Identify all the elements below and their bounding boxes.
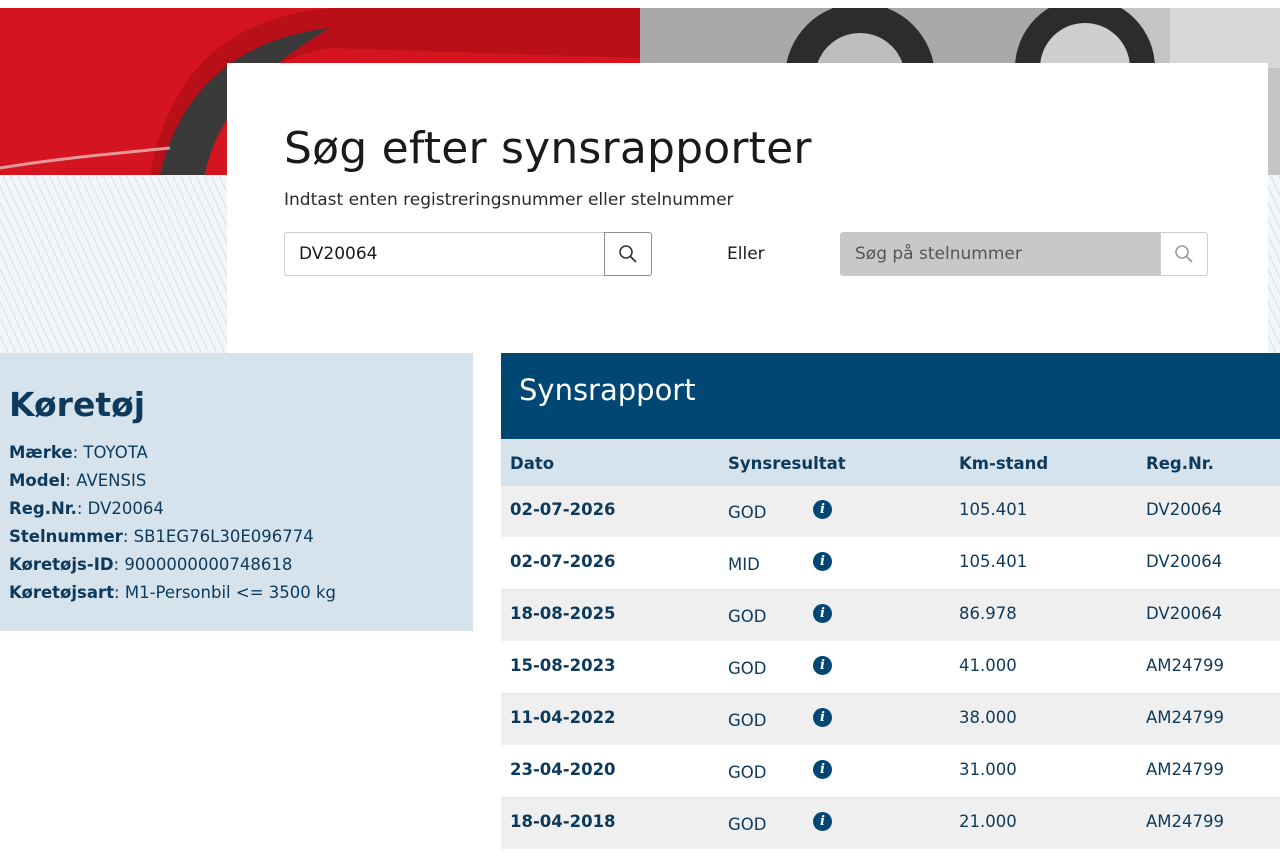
info-icon[interactable]: i	[813, 552, 832, 571]
decorative-pattern-right	[1268, 175, 1280, 353]
row-km: 31.000	[959, 760, 1017, 779]
field-value: AVENSIS	[76, 471, 147, 490]
search-icon	[1175, 245, 1193, 263]
vehicle-details: Mærke: TOYOTA Model: AVENSIS Reg.Nr.: DV…	[9, 439, 336, 607]
row-reg: DV20064	[1146, 500, 1223, 519]
field-label: Køretøjsart	[9, 583, 115, 602]
info-icon[interactable]: i	[813, 604, 832, 623]
table-row[interactable]: 02-07-2026 GOD i 105.401 DV20064	[501, 486, 1280, 538]
reg-number-input[interactable]	[284, 232, 604, 276]
vehicle-field-vin: Stelnummer: SB1EG76L30E096774	[9, 527, 314, 546]
stel-search-group	[840, 232, 1208, 276]
row-date: 11-04-2022	[510, 708, 616, 727]
report-header: Synsrapport	[501, 353, 1280, 439]
field-label: Stelnummer	[9, 527, 123, 546]
stel-number-input[interactable]	[840, 232, 1160, 276]
row-result: GOD	[728, 659, 767, 678]
field-value: 9000000000748618	[124, 555, 293, 574]
field-value: DV20064	[87, 499, 164, 518]
row-date: 18-08-2025	[510, 604, 616, 623]
row-result: GOD	[728, 763, 767, 782]
stel-search-button[interactable]	[1160, 232, 1208, 276]
reg-search-button[interactable]	[604, 232, 652, 276]
row-reg: AM24799	[1146, 812, 1225, 831]
table-header: Dato Synsresultat Km-stand Reg.Nr.	[501, 439, 1280, 486]
info-icon[interactable]: i	[813, 708, 832, 727]
row-reg: DV20064	[1146, 552, 1223, 571]
row-date: 23-04-2020	[510, 760, 616, 779]
info-icon[interactable]: i	[813, 812, 832, 831]
page-title: Søg efter synsrapporter	[284, 123, 812, 174]
row-km: 38.000	[959, 708, 1017, 727]
column-header-date: Dato	[510, 454, 555, 473]
field-value: SB1EG76L30E096774	[133, 527, 314, 546]
table-row[interactable]: 18-04-2018 GOD i 21.000 AM24799	[501, 798, 1280, 850]
field-label: Reg.Nr.	[9, 499, 77, 518]
inspection-report: Synsrapport Dato Synsresultat Km-stand R…	[501, 353, 1280, 866]
row-date: 18-04-2018	[510, 812, 616, 831]
field-value: TOYOTA	[83, 443, 148, 462]
search-icon	[619, 245, 637, 263]
decorative-pattern	[0, 175, 227, 353]
reg-search-group	[284, 232, 652, 276]
row-date: 02-07-2026	[510, 500, 616, 519]
field-label: Model	[9, 471, 66, 490]
vehicle-field-type: Køretøjsart: M1-Personbil <= 3500 kg	[9, 583, 337, 602]
row-km: 105.401	[959, 552, 1028, 571]
vehicle-panel: Køretøj Mærke: TOYOTA Model: AVENSIS Reg…	[0, 353, 473, 631]
table-row[interactable]: 18-08-2025 GOD i 86.978 DV20064	[501, 590, 1280, 642]
row-km: 21.000	[959, 812, 1017, 831]
row-result: MID	[728, 555, 760, 574]
row-date: 02-07-2026	[510, 552, 616, 571]
info-icon[interactable]: i	[813, 500, 832, 519]
row-km: 105.401	[959, 500, 1028, 519]
column-header-km: Km-stand	[959, 454, 1049, 473]
column-header-reg: Reg.Nr.	[1146, 454, 1214, 473]
vehicle-field-brand: Mærke: TOYOTA	[9, 443, 148, 462]
info-icon[interactable]: i	[813, 760, 832, 779]
info-icon[interactable]: i	[813, 656, 832, 675]
field-label: Køretøjs-ID	[9, 555, 114, 574]
column-header-result: Synsresultat	[728, 454, 846, 473]
report-heading: Synsrapport	[519, 373, 696, 407]
row-result: GOD	[728, 607, 767, 626]
field-value: M1-Personbil <= 3500 kg	[124, 583, 337, 602]
table-row[interactable]: 23-04-2020 GOD i 31.000 AM24799	[501, 746, 1280, 798]
table-row[interactable]: 02-07-2026 MID i 105.401 DV20064	[501, 538, 1280, 590]
row-result: GOD	[728, 503, 767, 522]
row-date: 15-08-2023	[510, 656, 616, 675]
field-label: Mærke	[9, 443, 73, 462]
row-result: GOD	[728, 815, 767, 834]
vehicle-heading: Køretøj	[9, 385, 146, 424]
table-row[interactable]: 15-08-2023 GOD i 41.000 AM24799	[501, 642, 1280, 694]
row-result: GOD	[728, 711, 767, 730]
table-body: 02-07-2026 GOD i 105.401 DV20064 02-07-2…	[501, 486, 1280, 850]
vehicle-field-reg: Reg.Nr.: DV20064	[9, 499, 164, 518]
row-km: 41.000	[959, 656, 1017, 675]
row-reg: AM24799	[1146, 760, 1225, 779]
or-label: Eller	[727, 244, 765, 264]
vehicle-field-id: Køretøjs-ID: 9000000000748618	[9, 555, 293, 574]
row-reg: AM24799	[1146, 708, 1225, 727]
search-instructions: Indtast enten registreringsnummer eller …	[284, 190, 734, 210]
row-km: 86.978	[959, 604, 1017, 623]
row-reg: AM24799	[1146, 656, 1225, 675]
table-row[interactable]: 11-04-2022 GOD i 38.000 AM24799	[501, 694, 1280, 746]
search-card: Søg efter synsrapporter Indtast enten re…	[227, 63, 1268, 353]
row-reg: DV20064	[1146, 604, 1223, 623]
vehicle-field-model: Model: AVENSIS	[9, 471, 147, 490]
